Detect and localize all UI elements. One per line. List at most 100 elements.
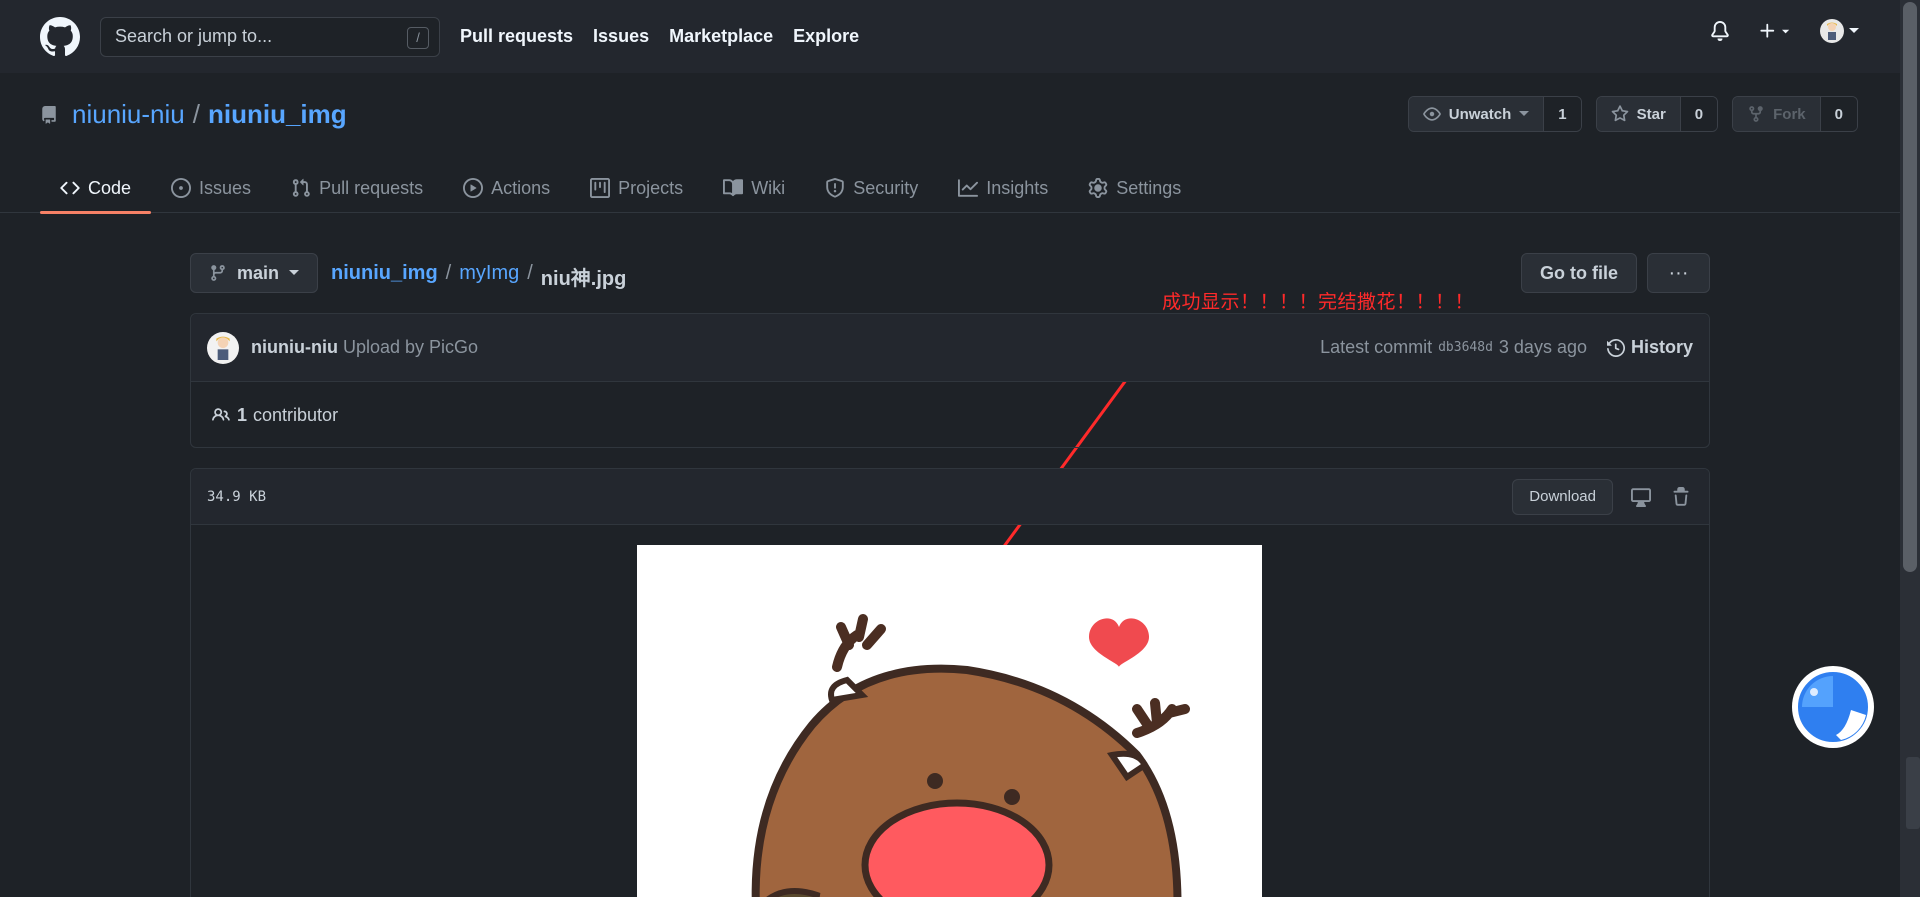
tab-label: Pull requests xyxy=(319,177,424,198)
branch-name: main xyxy=(237,262,280,283)
repo-icon xyxy=(42,105,56,124)
left-ear xyxy=(828,676,869,704)
breadcrumb-repo[interactable]: niuniu_img xyxy=(331,262,438,291)
watch-count[interactable]: 1 xyxy=(1544,97,1581,131)
annotation-text: 成功显示！！！！完结撒花！！！！ xyxy=(1162,291,1475,313)
nav-explore[interactable]: Explore xyxy=(793,26,859,47)
avatar[interactable] xyxy=(207,331,239,364)
global-header: Search or jump to... / Pull requests Iss… xyxy=(0,0,1900,73)
file-tools: Download xyxy=(1512,478,1693,515)
repo-tabs: Code Issues Pull requests Actions Projec… xyxy=(40,163,1201,214)
repo-title: niuniu-niu / niuniu_img xyxy=(40,99,347,130)
nav-marketplace[interactable]: Marketplace xyxy=(669,26,773,47)
repo-actions: Unwatch 1 Star 0 Fork 0 xyxy=(1407,96,1858,132)
side-widget-strip xyxy=(1906,757,1920,829)
fork-button[interactable]: Fork xyxy=(1733,97,1821,131)
unwatch-button-group: Unwatch 1 xyxy=(1407,96,1582,132)
tab-wiki[interactable]: Wiki xyxy=(703,163,805,213)
plus-dropdown-icon[interactable] xyxy=(1758,20,1794,42)
avatar xyxy=(1820,19,1844,43)
tab-label: Wiki xyxy=(751,177,786,198)
breadcrumb-file: niu神.jpg xyxy=(540,268,627,290)
contributors-label: contributor xyxy=(253,404,339,425)
tab-actions[interactable]: Actions xyxy=(443,163,570,213)
book-icon xyxy=(723,179,744,197)
red-nose xyxy=(861,799,1053,897)
kebab-horizontal-icon: ··· xyxy=(1668,261,1689,284)
tab-pull-requests[interactable]: Pull requests xyxy=(271,163,443,213)
latest-commit-row: niuniu-niu Upload by PicGo Latest commit… xyxy=(191,314,1709,382)
tab-insights[interactable]: Insights xyxy=(938,163,1068,213)
code-icon xyxy=(60,181,80,195)
project-icon xyxy=(590,178,611,198)
history-label: History xyxy=(1630,337,1693,357)
search-input[interactable]: Search or jump to... / xyxy=(100,16,440,57)
commit-author[interactable]: niuniu-niu xyxy=(251,337,338,358)
commit-message[interactable]: Upload by PicGo xyxy=(343,337,478,358)
eye-icon xyxy=(1422,107,1441,121)
star-icon xyxy=(1611,105,1628,122)
tab-label: Security xyxy=(853,177,919,198)
tab-settings[interactable]: Settings xyxy=(1068,163,1201,213)
top-nav: Pull requests Issues Marketplace Explore xyxy=(460,26,859,47)
commit-sha[interactable]: db3648d xyxy=(1438,340,1493,355)
caret-down-icon xyxy=(289,270,300,275)
branch-icon xyxy=(211,265,225,281)
reindeer-image xyxy=(637,545,1262,897)
shield-icon xyxy=(826,178,844,198)
tab-security[interactable]: Security xyxy=(805,163,938,213)
repo-name-link[interactable]: niuniu_img xyxy=(208,99,347,130)
tab-label: Code xyxy=(88,177,132,198)
caret-down-icon xyxy=(1519,111,1530,116)
branch-selector[interactable]: main xyxy=(190,253,319,293)
go-to-file-button[interactable]: Go to file xyxy=(1521,253,1637,293)
fork-label: Fork xyxy=(1773,105,1806,123)
unwatch-button[interactable]: Unwatch xyxy=(1408,97,1545,131)
history-icon xyxy=(1606,338,1625,357)
user-menu[interactable] xyxy=(1820,19,1860,43)
right-eye xyxy=(1004,789,1020,805)
star-button-group: Star 0 xyxy=(1595,96,1719,132)
fork-button-group: Fork 0 xyxy=(1732,96,1858,132)
github-logo-icon[interactable] xyxy=(40,16,80,57)
star-count[interactable]: 0 xyxy=(1680,97,1718,131)
image-preview-area xyxy=(191,525,1709,897)
repo-owner-link[interactable]: niuniu-niu xyxy=(72,99,185,130)
tab-label: Settings xyxy=(1116,177,1182,198)
pull-request-icon xyxy=(292,178,310,197)
nav-pull-requests[interactable]: Pull requests xyxy=(460,26,573,47)
search-placeholder: Search or jump to... xyxy=(115,26,273,46)
floating-assistant-button[interactable] xyxy=(1792,666,1874,748)
trash-icon[interactable] xyxy=(1671,486,1693,508)
breadcrumb-folder[interactable]: myImg xyxy=(459,262,519,291)
nav-issues[interactable]: Issues xyxy=(593,26,649,47)
contributors-count: 1 xyxy=(237,404,248,425)
more-options-button[interactable]: ··· xyxy=(1647,253,1710,293)
assistant-orb-icon xyxy=(1796,670,1870,744)
history-link[interactable]: History xyxy=(1606,337,1693,358)
star-label: Star xyxy=(1636,105,1666,123)
tab-label: Actions xyxy=(491,177,551,198)
tab-label: Issues xyxy=(199,177,252,198)
tab-code[interactable]: Code xyxy=(40,163,152,214)
issue-icon xyxy=(171,178,192,198)
file-viewer: 34.9 KB Download xyxy=(190,468,1710,897)
file-size: 34.9 KB xyxy=(207,488,267,505)
fork-count[interactable]: 0 xyxy=(1820,97,1857,131)
desktop-icon[interactable] xyxy=(1631,486,1653,508)
right-antler xyxy=(1132,698,1190,738)
repo-separator: / xyxy=(192,99,200,129)
contributors-row[interactable]: 1 contributor xyxy=(191,382,1709,448)
bell-icon[interactable] xyxy=(1710,20,1732,42)
commit-meta: Latest commit db3648d 3 days ago History xyxy=(1320,337,1693,358)
tab-projects[interactable]: Projects xyxy=(570,163,703,213)
tab-issues[interactable]: Issues xyxy=(151,163,271,213)
scrollbar-thumb[interactable] xyxy=(1903,2,1917,572)
star-button[interactable]: Star xyxy=(1596,97,1681,131)
graph-icon xyxy=(958,179,979,197)
play-icon xyxy=(463,178,484,198)
download-button[interactable]: Download xyxy=(1512,478,1613,515)
tab-label: Projects xyxy=(618,177,684,198)
gear-icon xyxy=(1089,178,1108,198)
breadcrumb-separator: / xyxy=(527,262,533,284)
